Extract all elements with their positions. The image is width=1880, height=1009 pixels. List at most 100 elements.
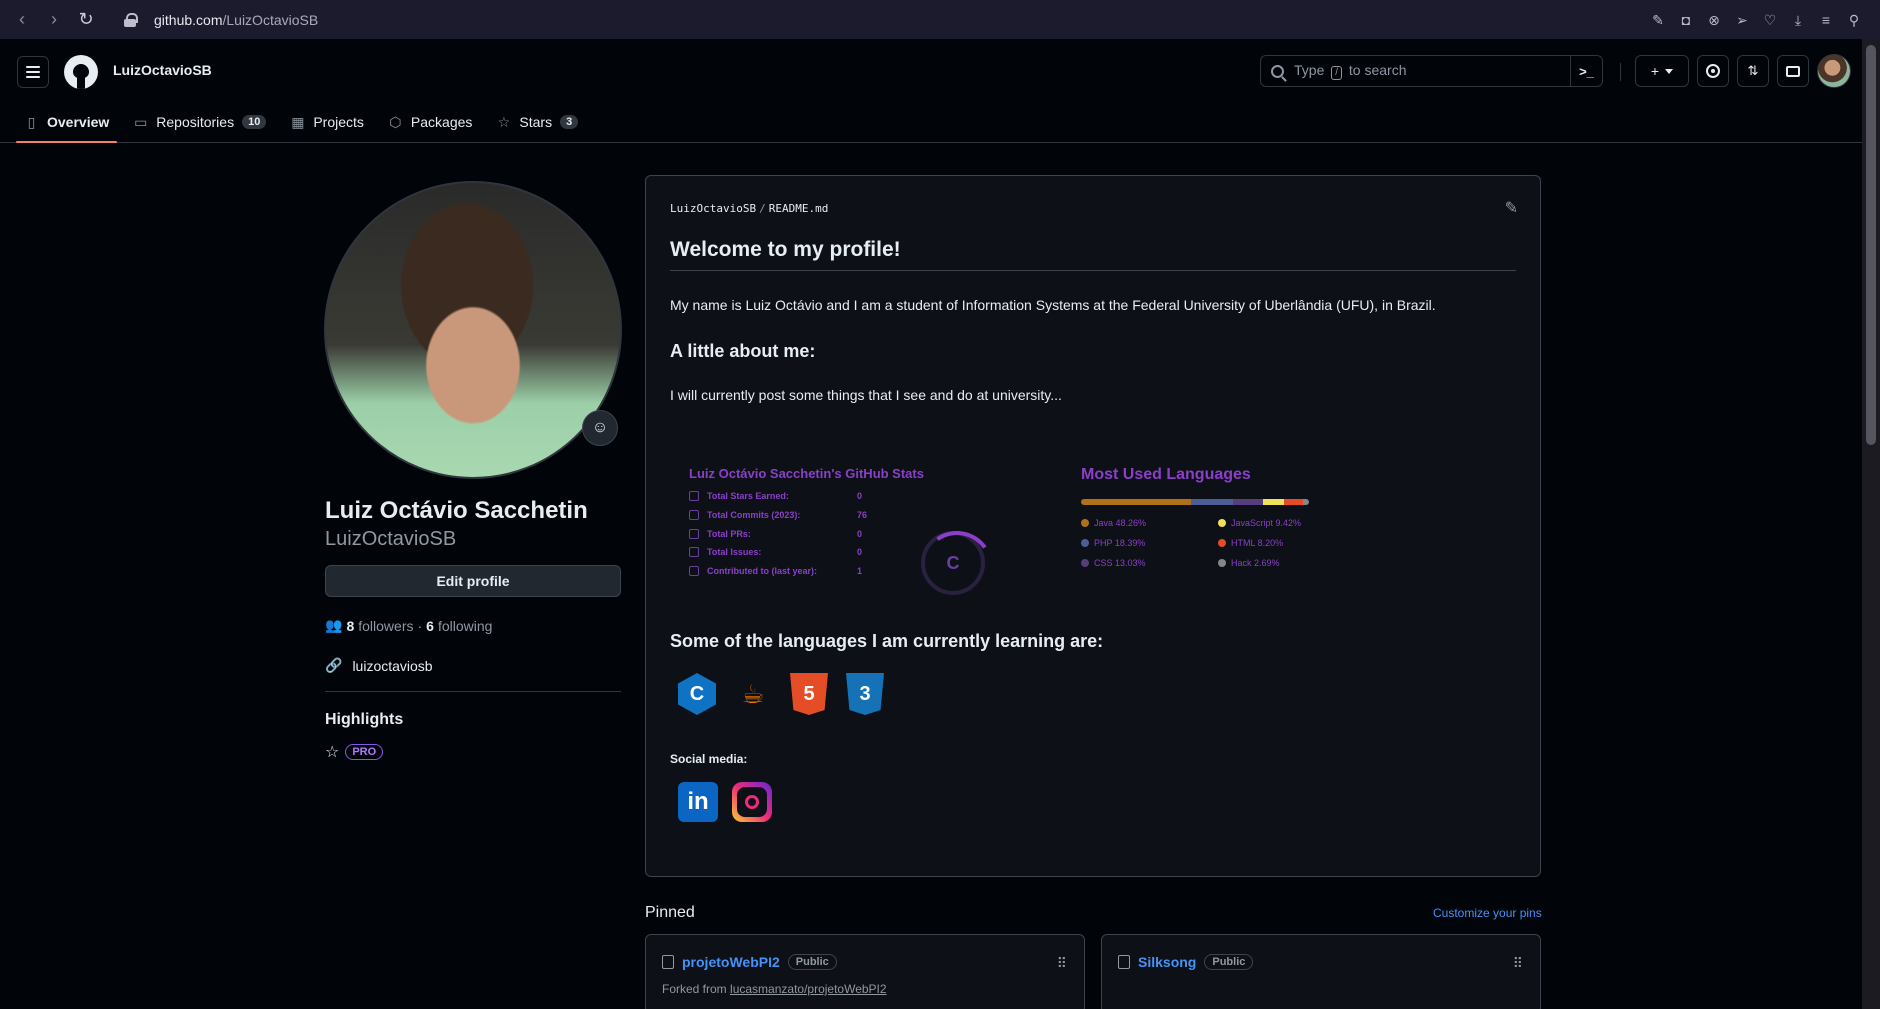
followers-count[interactable]: 8 <box>346 618 354 634</box>
send-icon[interactable]: ➢ <box>1734 12 1750 28</box>
package-icon: ⬡ <box>389 113 402 130</box>
social-links: in <box>678 782 772 822</box>
stats-label: Total PRs: <box>707 528 751 539</box>
command-palette-icon[interactable]: >_ <box>1570 56 1602 86</box>
rank-circle: C <box>921 531 985 595</box>
website-link[interactable]: luizoctaviosb <box>352 658 432 674</box>
scrollbar-thumb[interactable] <box>1866 45 1876 445</box>
language-color-dot <box>1218 559 1226 567</box>
separator-dot: · <box>417 617 423 634</box>
tab-overview[interactable]: ▯ Overview <box>15 102 118 143</box>
stats-value: 76 <box>857 510 868 521</box>
profile-avatar[interactable] <box>324 181 622 479</box>
tab-stars[interactable]: ☆ Stars 3 <box>496 102 579 142</box>
search-placeholder: Type / to search <box>1294 62 1407 80</box>
drag-handle-icon[interactable]: ⠿ <box>1057 955 1067 972</box>
language-label: PHP 18.39% <box>1094 538 1146 548</box>
tab-label: Stars <box>519 114 553 130</box>
repo-icon <box>1118 955 1130 969</box>
highlights-pro: ☆ PRO <box>325 742 384 762</box>
stats-row: Total Commits (2023): 76 <box>689 506 1019 525</box>
readme-intro: My name is Luiz Octávio and I am a stude… <box>670 297 1436 313</box>
pull-request-icon: ⇅ <box>1747 63 1759 78</box>
page-scrollbar[interactable] <box>1862 39 1880 1009</box>
pinned-repo-link[interactable]: Silksong <box>1138 954 1196 970</box>
edit-icon[interactable]: ✎ <box>1650 12 1666 28</box>
repo-icon <box>662 955 674 969</box>
stats-label: Total Issues: <box>707 547 762 558</box>
link-icon: 🔗 <box>325 657 343 673</box>
repositories-count: 10 <box>242 115 267 129</box>
address-bar[interactable]: github.com/LuizOctavioSB <box>154 12 318 28</box>
stats-title: Luiz Octávio Sacchetin's GitHub Stats <box>689 466 924 481</box>
star-icon: ☆ <box>497 113 511 130</box>
hamburger-menu-button[interactable] <box>17 56 49 88</box>
language-color-dot <box>1081 519 1089 527</box>
search-input[interactable]: Type / to search >_ <box>1260 55 1603 87</box>
readme-crumb-file[interactable]: README.md <box>769 202 829 215</box>
back-icon[interactable]: ‹ <box>6 9 38 30</box>
profile-login: LuizOctavioSB <box>325 528 457 550</box>
chevron-down-icon <box>1665 68 1674 74</box>
language-color-dot <box>1218 519 1226 527</box>
search-icon <box>1271 64 1284 78</box>
forward-icon[interactable]: › <box>38 9 70 30</box>
inbox-button[interactable] <box>1777 55 1809 87</box>
forked-prefix: Forked from <box>662 982 727 996</box>
clock-icon <box>689 510 699 521</box>
language-bar-segment <box>1232 499 1263 505</box>
language-label: JavaScript 9.42% <box>1231 518 1302 528</box>
visibility-badge: Public <box>787 954 837 970</box>
plus-icon: + <box>1650 63 1660 79</box>
language-label: CSS 13.03% <box>1094 558 1146 568</box>
customize-pins-link[interactable]: Customize your pins <box>1433 906 1542 920</box>
user-avatar-menu[interactable] <box>1817 54 1851 88</box>
pro-badge[interactable]: PRO <box>345 744 384 760</box>
download-icon[interactable]: ⤓ <box>1790 12 1806 28</box>
repo-icon <box>689 566 699 577</box>
drag-handle-icon[interactable]: ⠿ <box>1513 955 1523 972</box>
lock-icon[interactable] <box>124 12 138 27</box>
visibility-badge: Public <box>1204 954 1254 970</box>
pull-request-icon <box>689 528 699 539</box>
pinned-repo-link[interactable]: projetoWebPI2 <box>682 954 780 970</box>
readme-crumb-user[interactable]: LuizOctavioSB <box>670 202 756 215</box>
pull-requests-button[interactable]: ⇅ <box>1737 55 1769 87</box>
header-username[interactable]: LuizOctavioSB <box>113 62 212 78</box>
pinned-repo-card: projetoWebPI2 Public ⠿ Forked from lucas… <box>645 934 1085 1009</box>
following-link[interactable]: following <box>438 618 492 634</box>
heart-icon[interactable]: ♡ <box>1762 12 1778 28</box>
issues-button[interactable] <box>1697 55 1729 87</box>
readme-about-heading: A little about me: <box>670 341 816 361</box>
camera-icon[interactable]: ◘ <box>1678 12 1694 28</box>
readme-card: LuizOctavioSB / README.md ✎ Welcome to my … <box>645 175 1541 877</box>
linkedin-icon[interactable]: in <box>678 782 718 822</box>
stats-row: Total Stars Earned: 0 <box>689 487 1019 506</box>
tab-packages[interactable]: ⬡ Packages <box>388 102 472 142</box>
edit-profile-button[interactable]: Edit profile <box>325 565 621 597</box>
book-icon: ▯ <box>27 113 36 130</box>
reload-icon[interactable]: ↻ <box>70 9 102 30</box>
issue-icon <box>1706 64 1720 78</box>
most-used-languages-card[interactable]: Most Used Languages Java 48.26% JavaScrip… <box>1081 466 1321 606</box>
tab-repositories[interactable]: ▭ Repositories 10 <box>133 102 267 142</box>
menu-icon[interactable]: ≡ <box>1818 12 1834 28</box>
account-icon[interactable]: ⚲ <box>1846 12 1862 28</box>
stats-value: 0 <box>857 528 863 539</box>
shield-icon[interactable]: ⊗ <box>1706 12 1722 28</box>
github-logo-icon[interactable] <box>64 55 98 89</box>
language-label: Java 48.26% <box>1094 518 1147 528</box>
followers-link[interactable]: followers <box>358 618 413 634</box>
pinned-repo-card: Silksong Public ⠿ <box>1101 934 1541 1009</box>
following-count[interactable]: 6 <box>426 618 434 634</box>
instagram-icon[interactable] <box>732 782 772 822</box>
create-new-button[interactable]: + <box>1635 55 1689 87</box>
language-color-dot <box>1218 539 1226 547</box>
language-bar-segment <box>1262 499 1285 505</box>
set-status-smiley-icon[interactable]: ☺ <box>582 410 618 446</box>
pencil-icon[interactable]: ✎ <box>1505 198 1518 218</box>
tab-label: Projects <box>313 114 364 130</box>
forked-from-link[interactable]: lucasmanzato/projetoWebPI2 <box>730 982 887 996</box>
tab-projects[interactable]: ▦ Projects <box>290 102 364 142</box>
tech-icons: C ☕ 5 3 <box>678 673 884 715</box>
